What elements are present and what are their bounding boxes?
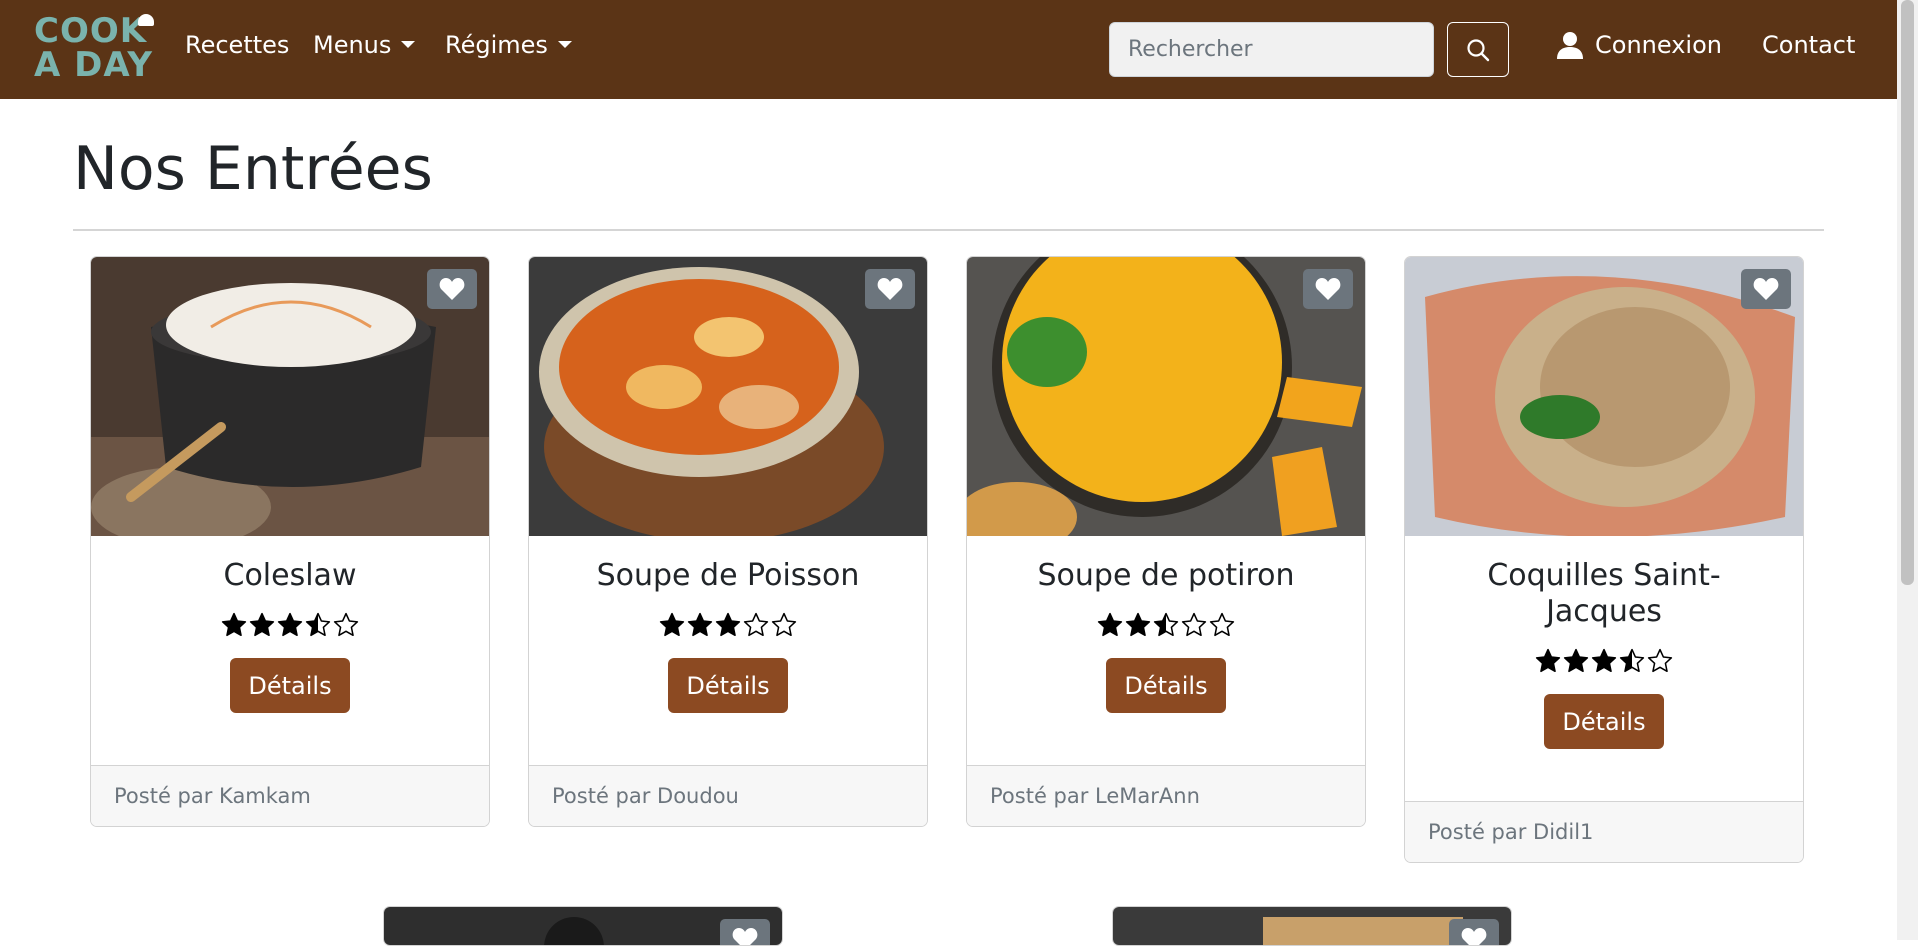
card-footer: Posté par LeMarAnn (967, 765, 1365, 826)
recipe-title: Soupe de potiron (1037, 558, 1295, 593)
recipe-image[interactable] (529, 257, 927, 536)
caret-down-icon (557, 41, 572, 48)
star-rating (543, 612, 913, 638)
card-footer: Posté par Didil1 (1405, 801, 1803, 862)
nav-contact[interactable]: Contact (1762, 31, 1855, 59)
heart-icon (1461, 928, 1487, 945)
star-icon (1535, 648, 1561, 673)
star-icon (659, 612, 685, 637)
star-icon (1619, 648, 1645, 673)
star-rating (105, 612, 475, 638)
divider (73, 229, 1824, 231)
star-icon (333, 612, 359, 637)
search-icon (1467, 38, 1490, 61)
scrollbar[interactable] (1897, 0, 1918, 940)
recipe-image[interactable] (91, 257, 489, 536)
nav-regimes[interactable]: Régimes (445, 31, 572, 59)
login-label: Connexion (1595, 31, 1722, 59)
favorite-button[interactable] (1449, 919, 1499, 945)
nav-menus-label: Menus (313, 31, 392, 59)
page-title: Nos Entrées (73, 134, 433, 204)
heart-icon (1315, 278, 1341, 300)
recipe-title: Coleslaw (223, 558, 357, 593)
recipe-image[interactable] (384, 907, 782, 945)
chef-hat-icon (138, 14, 154, 26)
star-icon (1647, 648, 1673, 673)
star-icon (305, 612, 331, 637)
user-icon (1557, 32, 1583, 59)
star-icon (1153, 612, 1179, 637)
star-icon (249, 612, 275, 637)
nav-regimes-label: Régimes (445, 31, 548, 59)
favorite-button[interactable] (1741, 269, 1791, 309)
favorite-button[interactable] (720, 919, 770, 945)
star-icon (715, 612, 741, 637)
card-body: Soupe de potiron Détails (967, 536, 1365, 765)
star-icon (1097, 612, 1123, 637)
heart-icon (732, 928, 758, 945)
nav-menus[interactable]: Menus (313, 31, 416, 59)
star-icon (1209, 612, 1235, 637)
recipe-card (1112, 906, 1512, 946)
recipe-title: Coquilles Saint-Jacques (1487, 558, 1721, 629)
scrollbar-thumb[interactable] (1901, 0, 1914, 585)
caret-down-icon (401, 41, 416, 48)
nav-recettes[interactable]: Recettes (185, 31, 289, 59)
card-body: Soupe de Poisson Détails (529, 536, 927, 765)
star-icon (221, 612, 247, 637)
card-body: Coquilles Saint-Jacques Détails (1405, 536, 1803, 801)
star-icon (771, 612, 797, 637)
star-icon (1125, 612, 1151, 637)
star-icon (743, 612, 769, 637)
favorite-button[interactable] (1303, 269, 1353, 309)
recipe-card: Soupe de potiron Détails Posté par LeMar… (966, 256, 1366, 827)
recipe-title: Soupe de Poisson (596, 558, 860, 593)
details-button[interactable]: Détails (668, 658, 788, 713)
details-button[interactable]: Détails (1544, 694, 1664, 749)
card-body: Coleslaw Détails (91, 536, 489, 765)
recipe-image[interactable] (967, 257, 1365, 536)
star-rating (981, 612, 1351, 638)
details-button[interactable]: Détails (1106, 658, 1226, 713)
search-input[interactable] (1109, 22, 1434, 77)
recipe-card: Coquilles Saint-Jacques Détails Posté pa… (1404, 256, 1804, 863)
search-button[interactable] (1447, 22, 1509, 77)
logo[interactable]: COOK A DAY (34, 14, 162, 86)
favorite-button[interactable] (865, 269, 915, 309)
card-footer: Posté par Kamkam (91, 765, 489, 826)
recipe-card: Coleslaw Détails Posté par Kamkam (90, 256, 490, 827)
favorite-button[interactable] (427, 269, 477, 309)
star-icon (1181, 612, 1207, 637)
navbar: COOK A DAY Recettes Menus Régimes Connex… (0, 0, 1897, 99)
heart-icon (439, 278, 465, 300)
star-icon (687, 612, 713, 637)
star-icon (277, 612, 303, 637)
star-icon (1591, 648, 1617, 673)
heart-icon (1753, 278, 1779, 300)
card-footer: Posté par Doudou (529, 765, 927, 826)
recipe-image[interactable] (1113, 907, 1511, 945)
star-rating (1419, 648, 1789, 674)
login-link[interactable]: Connexion (1555, 30, 1722, 60)
heart-icon (877, 278, 903, 300)
star-icon (1563, 648, 1589, 673)
recipe-card: Soupe de Poisson Détails Posté par Doudo… (528, 256, 928, 827)
logo-line-2: A DAY (34, 45, 154, 85)
recipe-card (383, 906, 783, 946)
details-button[interactable]: Détails (230, 658, 350, 713)
recipe-image[interactable] (1405, 257, 1803, 536)
